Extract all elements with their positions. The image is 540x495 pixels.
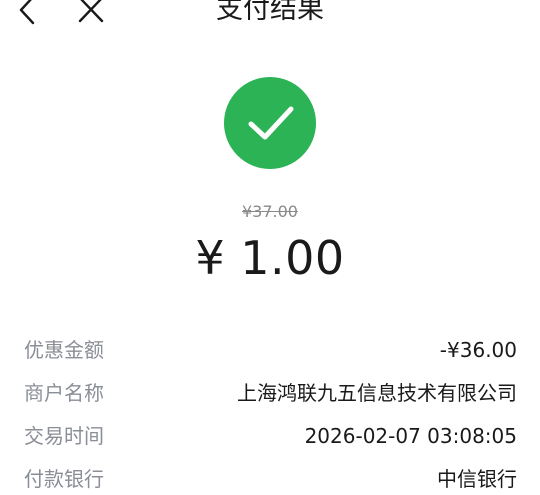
detail-value: 2026-02-07 03:08:05 — [304, 424, 517, 448]
navigation-header: 支付结果 — [0, 0, 540, 30]
detail-label: 优惠金额 — [24, 338, 104, 362]
check-circle-icon — [224, 77, 316, 169]
detail-row-bank: 付款银行 中信银行 — [24, 464, 517, 494]
original-price: ¥37.00 — [242, 202, 298, 221]
detail-value: 上海鸿联九五信息技术有限公司 — [237, 381, 517, 405]
detail-row-discount: 优惠金额 -¥36.00 — [24, 335, 517, 365]
detail-row-time: 交易时间 2026-02-07 03:08:05 — [24, 421, 517, 451]
detail-label: 交易时间 — [24, 424, 104, 448]
paid-amount: ¥ 1.00 — [195, 231, 345, 285]
detail-value: -¥36.00 — [439, 338, 517, 362]
page-title: 支付结果 — [216, 0, 324, 25]
detail-value: 中信银行 — [437, 467, 517, 491]
detail-row-merchant: 商户名称 上海鸿联九五信息技术有限公司 — [24, 378, 517, 408]
success-status — [224, 77, 316, 169]
detail-label: 付款银行 — [24, 467, 104, 491]
detail-label: 商户名称 — [24, 381, 104, 405]
